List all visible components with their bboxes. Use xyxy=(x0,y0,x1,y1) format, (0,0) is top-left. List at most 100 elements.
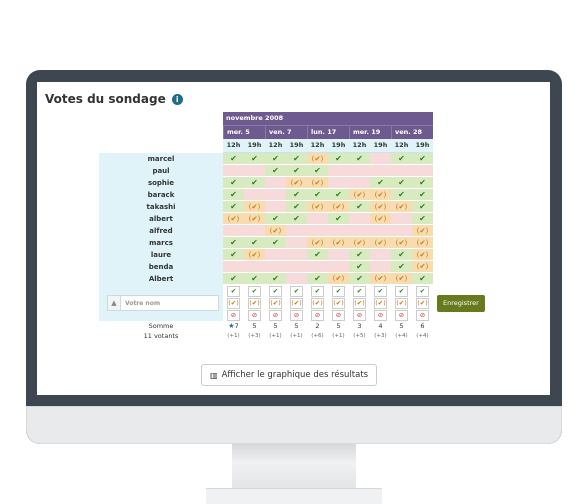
total-extra: (+1) xyxy=(332,333,345,339)
total-extra: (+4) xyxy=(395,333,408,339)
vote-yes: ✔ xyxy=(244,177,265,189)
vote-options: ✔ (✔) ⊘ xyxy=(349,285,370,321)
vote-maybe: (✔) xyxy=(370,213,391,225)
vote-yes: ✔ xyxy=(286,201,307,213)
vote-yes-option[interactable]: ✔ xyxy=(227,285,240,297)
vote-no-option[interactable]: ⊘ xyxy=(290,309,303,321)
vote-maybe: (✔) xyxy=(307,177,328,189)
info-icon[interactable]: i xyxy=(171,94,183,105)
vote-yes-option[interactable]: ✔ xyxy=(290,285,303,297)
vote-maybe-option[interactable]: (✔) xyxy=(416,297,429,309)
vote-maybe: (✔) xyxy=(307,237,328,249)
vote-maybe-option[interactable]: (✔) xyxy=(332,297,345,309)
voter-row: marcs ✔ ✔ ✔ (✔) (✔) (✔) (✔) (✔) (✔) xyxy=(99,237,485,249)
vote-no xyxy=(412,165,433,177)
vote-maybe: (✔) xyxy=(412,237,433,249)
vote-no-option[interactable]: ⊘ xyxy=(227,309,240,321)
vote-maybe: (✔) xyxy=(412,225,433,237)
total-extra: (+1) xyxy=(227,333,240,339)
vote-maybe-option[interactable]: (✔) xyxy=(290,297,303,309)
vote-yes-option[interactable]: ✔ xyxy=(248,285,261,297)
vote-yes: ✔ xyxy=(349,201,370,213)
total-extra: (+6) xyxy=(311,333,324,339)
total-extra: (+4) xyxy=(416,333,429,339)
vote-no xyxy=(307,261,328,273)
vote-maybe: (✔) xyxy=(370,273,391,285)
vote-maybe-option[interactable]: (✔) xyxy=(269,297,282,309)
bar-chart-icon: ▥ xyxy=(210,370,218,380)
vote-maybe-option[interactable]: (✔) xyxy=(374,297,387,309)
vote-maybe-option[interactable]: (✔) xyxy=(248,297,261,309)
day-row: mer. 5 ven. 7 lun. 17 mer. 19 ven. 28 xyxy=(99,125,485,139)
total-extra: (+5) xyxy=(353,333,366,339)
vote-no-option[interactable]: ⊘ xyxy=(416,309,429,321)
vote-maybe-option[interactable]: (✔) xyxy=(395,297,408,309)
vote-no xyxy=(307,225,328,237)
day-header: ven. 7 xyxy=(265,125,307,139)
vote-yes: ✔ xyxy=(244,237,265,249)
vote-options: ✔ (✔) ⊘ xyxy=(244,285,265,321)
save-button[interactable]: Enregistrer xyxy=(437,294,485,312)
vote-maybe: (✔) xyxy=(223,213,244,225)
vote-no xyxy=(328,261,349,273)
voter-row: sophie ✔ ✔ (✔) (✔) ✔ ✔ ✔ xyxy=(99,177,485,189)
show-chart-button[interactable]: ▥ Afficher le graphique des résultats xyxy=(201,364,378,386)
vote-no xyxy=(328,225,349,237)
monitor-stand xyxy=(232,444,356,490)
vote-yes: ✔ xyxy=(349,153,370,165)
vote-yes: ✔ xyxy=(244,153,265,165)
hour-header: 19h xyxy=(370,139,391,153)
vote-yes: ✔ xyxy=(286,213,307,225)
vote-yes-option[interactable]: ✔ xyxy=(353,285,366,297)
vote-no-option[interactable]: ⊘ xyxy=(395,309,408,321)
vote-yes: ✔ xyxy=(412,273,433,285)
vote-maybe: (✔) xyxy=(328,201,349,213)
vote-yes-option[interactable]: ✔ xyxy=(311,285,324,297)
vote-no xyxy=(349,177,370,189)
vote-yes-option[interactable]: ✔ xyxy=(374,285,387,297)
vote-yes-option[interactable]: ✔ xyxy=(332,285,345,297)
vote-no xyxy=(223,165,244,177)
poll-title-text: Votes du sondage xyxy=(45,92,166,106)
vote-no xyxy=(349,165,370,177)
vote-no xyxy=(265,249,286,261)
vote-no-option[interactable]: ⊘ xyxy=(353,309,366,321)
total-number: 5 xyxy=(336,322,341,330)
vote-no-option[interactable]: ⊘ xyxy=(311,309,324,321)
total-extra: (+1) xyxy=(269,333,282,339)
month-row: novembre 2008 xyxy=(99,112,485,125)
vote-yes-option[interactable]: ✔ xyxy=(269,285,282,297)
poll-title: Votes du sondage i xyxy=(45,92,183,106)
hour-header: 19h xyxy=(244,139,265,153)
vote-yes: ✔ xyxy=(412,153,433,165)
total-extra: (+1) xyxy=(290,333,303,339)
vote-no xyxy=(265,189,286,201)
vote-no-option[interactable]: ⊘ xyxy=(248,309,261,321)
vote-yes: ✔ xyxy=(286,153,307,165)
vote-yes-option[interactable]: ✔ xyxy=(416,285,429,297)
vote-options: ✔ (✔) ⊘ xyxy=(286,285,307,321)
vote-maybe-option[interactable]: (✔) xyxy=(353,297,366,309)
voter-row: barack ✔ ✔ ✔ ✔ (✔) (✔) ✔ ✔ xyxy=(99,189,485,201)
totals-sub-row: 11 votants (+1) (+3) (+1) (+1) (+6) (+1) (+5) (… xyxy=(99,331,485,341)
vote-yes: ✔ xyxy=(265,237,286,249)
total-value: 5 xyxy=(244,321,265,331)
vote-no-option[interactable]: ⊘ xyxy=(374,309,387,321)
vote-no xyxy=(370,153,391,165)
vote-yes: ✔ xyxy=(223,201,244,213)
vote-yes: ✔ xyxy=(223,249,244,261)
vote-no xyxy=(286,261,307,273)
vote-maybe-option[interactable]: (✔) xyxy=(311,297,324,309)
vote-no xyxy=(286,225,307,237)
vote-no-option[interactable]: ⊘ xyxy=(269,309,282,321)
total-value: 5 xyxy=(265,321,286,331)
vote-yes-option[interactable]: ✔ xyxy=(395,285,408,297)
vote-yes: ✔ xyxy=(328,153,349,165)
vote-maybe: (✔) xyxy=(349,237,370,249)
vote-maybe-option[interactable]: (✔) xyxy=(227,297,240,309)
vote-no xyxy=(265,261,286,273)
vote-yes: ✔ xyxy=(391,249,412,261)
total-value: 5 xyxy=(328,321,349,331)
vote-no-option[interactable]: ⊘ xyxy=(332,309,345,321)
name-field[interactable]: ▲ Votre nom xyxy=(107,295,219,311)
